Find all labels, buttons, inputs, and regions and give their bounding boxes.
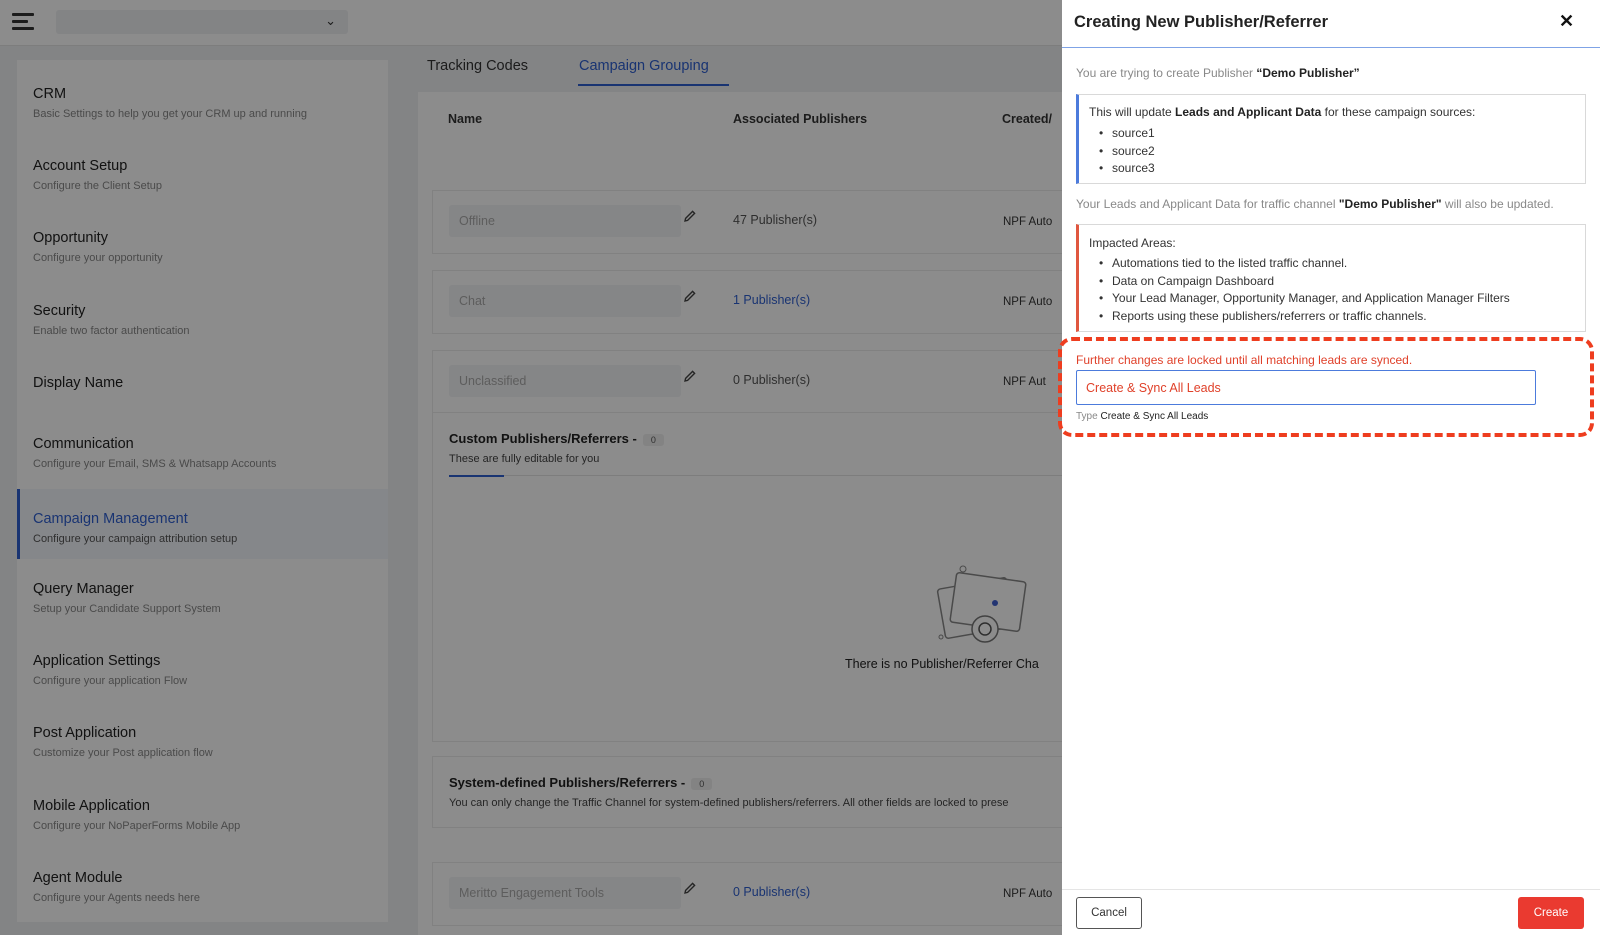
note-suffix: will also be updated. [1441,197,1554,211]
footer-divider [1062,889,1600,890]
update-prefix: This will update [1089,105,1176,119]
note-prefix: Your Leads and Applicant Data for traffi… [1076,197,1339,211]
impacted-areas-box: Impacted Areas: Automations tied to the … [1076,224,1586,332]
publisher-name: “Demo Publisher” [1256,66,1360,80]
list-item: source2 [1089,143,1155,161]
header-divider [1062,47,1600,48]
hint-value: Create & Sync All Leads [1100,411,1209,422]
hint-prefix: Type [1076,411,1101,422]
traffic-channel-note: Your Leads and Applicant Data for traffi… [1076,197,1554,211]
update-box-text: This will update Leads and Applicant Dat… [1089,105,1475,119]
list-item: Automations tied to the listed traffic c… [1089,255,1510,273]
cancel-button[interactable]: Cancel [1076,897,1142,929]
list-item: Data on Campaign Dashboard [1089,273,1510,291]
intro-prefix: You are trying to create Publisher [1076,66,1257,80]
create-button[interactable]: Create [1518,897,1584,929]
source-list: source1 source2 source3 [1089,125,1155,178]
intro-text: You are trying to create Publisher “Demo… [1076,66,1360,80]
modal-backdrop[interactable] [0,0,1062,935]
lock-warning-text: Further changes are locked until all mat… [1076,353,1413,367]
update-suffix: for these campaign sources: [1321,105,1476,119]
confirmation-hint: Type Create & Sync All Leads [1076,411,1208,422]
list-item: source1 [1089,125,1155,143]
close-icon[interactable]: ✕ [1559,11,1574,32]
list-item: Your Lead Manager, Opportunity Manager, … [1089,290,1510,308]
impacted-areas-title: Impacted Areas: [1089,236,1176,250]
drawer-title: Creating New Publisher/Referrer [1074,13,1328,31]
note-name: "Demo Publisher" [1338,197,1442,211]
update-info-box: This will update Leads and Applicant Dat… [1076,94,1586,184]
list-item: Reports using these publishers/referrers… [1089,308,1510,326]
create-publisher-drawer: Creating New Publisher/Referrer ✕ You ar… [1058,0,1600,935]
update-bold: Leads and Applicant Data [1175,105,1322,119]
impacted-areas-list: Automations tied to the listed traffic c… [1089,255,1510,325]
confirmation-input[interactable] [1076,370,1536,405]
list-item: source3 [1089,160,1155,178]
